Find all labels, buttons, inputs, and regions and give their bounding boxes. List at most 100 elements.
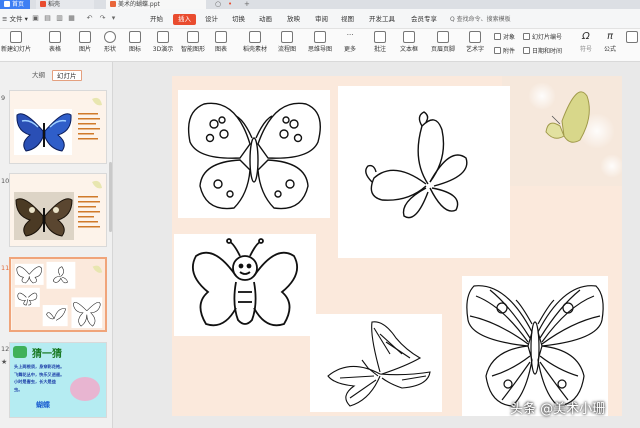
icon-button[interactable]: 图标 — [124, 31, 146, 60]
panel-scrollbar[interactable] — [109, 162, 112, 232]
cartoon-butterfly-image[interactable] — [174, 234, 316, 336]
menu-start[interactable]: 开始 — [150, 14, 163, 25]
print-icon[interactable]: ▥ — [56, 15, 63, 22]
menu-insert[interactable]: 插入 — [173, 14, 196, 25]
export-icon[interactable]: ▤ — [44, 15, 51, 22]
menu-developer[interactable]: 开发工具 — [369, 14, 395, 25]
formula-button[interactable]: π 公式 — [600, 31, 620, 60]
guess-icon — [13, 346, 27, 358]
picture-icon — [79, 31, 91, 43]
tab-unsaved-dot: • — [228, 0, 233, 8]
picture-button[interactable]: 图片 — [74, 31, 96, 60]
command-search-input[interactable]: Q 查找命令、搜索模板 — [450, 14, 528, 25]
line-butterfly-image[interactable] — [338, 86, 510, 258]
smartart-button[interactable]: 智能图形 — [178, 31, 208, 60]
docer-material-button[interactable]: 稻壳素材 — [240, 31, 270, 60]
detailed-butterfly-image[interactable] — [462, 276, 608, 416]
menu-view[interactable]: 视图 — [341, 14, 354, 25]
mindmap-icon — [314, 31, 326, 43]
more-button[interactable]: ··· 更多 — [340, 31, 360, 60]
cube-icon — [157, 31, 169, 43]
side-view-butterfly-image[interactable] — [310, 314, 442, 412]
header-footer-button[interactable]: 页眉页脚 — [428, 31, 458, 60]
slide-thumbnail-11-selected[interactable] — [9, 257, 107, 332]
table-button[interactable]: 表格 — [44, 31, 66, 60]
slide-number: 9 — [1, 94, 6, 102]
shape-button[interactable]: 形状 — [99, 31, 121, 60]
slide-thumbnail-9[interactable] — [9, 90, 107, 164]
attachment-icon — [494, 47, 501, 54]
slide-number-button[interactable]: 幻灯片编号 — [523, 33, 562, 43]
more-ribbon-icon — [626, 31, 638, 43]
menu-design[interactable]: 设计 — [205, 14, 218, 25]
tab-current-document[interactable]: 美术的蝴蝶.ppt — [106, 0, 206, 9]
table-icon — [49, 31, 61, 43]
textbox-button[interactable]: 文本框 — [396, 31, 422, 60]
bokeh-background-image — [502, 76, 622, 186]
brown-butterfly-image — [10, 174, 106, 246]
spotted-butterfly-image[interactable] — [178, 90, 330, 218]
more-dots-icon: ··· — [346, 31, 354, 39]
slides-panel: 大纲 幻灯片 9 10 11 12 猜一猜 头上两根须，身穿彩花袍。 飞舞花丛中… — [0, 62, 113, 428]
object-icon — [494, 33, 501, 40]
menu-review[interactable]: 审阅 — [315, 14, 328, 25]
header-footer-icon — [437, 31, 449, 43]
cartoon-butterfly-icon — [70, 377, 100, 401]
chart-icon — [215, 31, 227, 43]
chart-button[interactable]: 图表 — [210, 31, 232, 60]
insert-ribbon: 新建幻灯片 表格 图片 形状 图标 3D演示 智能图形 图表 稻壳素材 流程图 … — [0, 29, 640, 62]
menu-bar: ≡ 文件 ▾ ▣ ▤ ▥ ▦ ↶ ↷ ▾ 开始 插入 设计 切换 动画 放映 审… — [0, 9, 640, 29]
flowchart-icon — [281, 31, 293, 43]
wordart-button[interactable]: 艺术字 — [462, 31, 488, 60]
tab-outline[interactable]: 大纲 — [28, 70, 49, 81]
attachment-button[interactable]: 附件 — [494, 47, 515, 57]
dropdown-icon[interactable]: ▾ — [110, 15, 117, 22]
slide-thumbnail-12[interactable]: 猜一猜 头上两根须，身穿彩花袍。 飞舞花丛中，快乐又逍遥。 小时是害虫，长大是益… — [9, 342, 107, 418]
wordart-icon — [469, 31, 481, 43]
comment-icon — [374, 31, 386, 43]
object-button[interactable]: 对象 — [494, 33, 515, 43]
menu-transition[interactable]: 切换 — [232, 14, 245, 25]
redo-icon[interactable]: ↷ — [99, 15, 106, 22]
symbol-button[interactable]: Ω 符号 — [576, 31, 596, 60]
icons-icon — [129, 31, 141, 43]
more-ribbon-button[interactable] — [624, 31, 640, 60]
save-icon[interactable]: ▣ — [32, 15, 39, 22]
tab-docer[interactable]: 稻壳 — [36, 0, 94, 9]
date-time-button[interactable]: 日期和时间 — [523, 47, 562, 57]
smartart-icon — [187, 31, 199, 43]
star-marker-icon: ★ — [1, 358, 8, 366]
watermark-text: 头条 @美术小珊 — [510, 402, 606, 417]
preview-icon[interactable]: ▦ — [68, 15, 75, 22]
undo-icon[interactable]: ↶ — [86, 15, 93, 22]
new-slide-icon — [10, 31, 22, 43]
comment-button[interactable]: 批注 — [370, 31, 390, 60]
flowchart-button[interactable]: 流程图 — [274, 31, 300, 60]
tab-slides[interactable]: 幻灯片 — [52, 70, 82, 81]
document-tab-bar: 首页 稻壳 美术的蝴蝶.ppt ○ • + — [0, 0, 640, 9]
3d-show-button[interactable]: 3D演示 — [150, 31, 176, 60]
file-menu[interactable]: ≡ 文件 ▾ — [2, 14, 28, 25]
new-tab-button[interactable]: + — [244, 0, 250, 9]
current-slide[interactable] — [172, 76, 622, 416]
wps-presentation-window: 首页 稻壳 美术的蝴蝶.ppt ○ • + ≡ 文件 ▾ ▣ ▤ ▥ ▦ ↶ ↷… — [0, 0, 640, 428]
home-icon — [4, 1, 10, 7]
mindmap-button[interactable]: 思维导图 — [304, 31, 336, 60]
menu-slideshow[interactable]: 放映 — [287, 14, 300, 25]
menu-member[interactable]: 会员专享 — [411, 14, 437, 25]
calendar-icon — [523, 47, 530, 54]
pi-icon: π — [606, 31, 614, 42]
docer-icon — [40, 1, 46, 7]
slide-thumbnail-10[interactable] — [9, 173, 107, 247]
slide-number-icon — [523, 33, 530, 40]
material-icon — [249, 31, 261, 43]
slide-12-title: 猜一猜 — [32, 349, 62, 360]
shape-icon — [104, 31, 116, 43]
ppt-file-icon — [110, 1, 116, 7]
tab-home[interactable]: 首页 — [0, 0, 30, 9]
slide-editing-canvas — [114, 62, 640, 428]
menu-animation[interactable]: 动画 — [259, 14, 272, 25]
tab-status-icon: ○ — [215, 0, 222, 8]
butterflies-thumbnail-image — [11, 259, 105, 330]
new-slide-button[interactable]: 新建幻灯片 — [0, 31, 32, 60]
